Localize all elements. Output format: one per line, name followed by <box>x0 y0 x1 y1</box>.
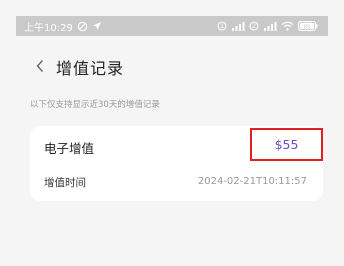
status-left: 上午10:29 <box>24 19 102 34</box>
status-time: 上午10:29 <box>24 22 73 34</box>
battery-icon: 85 <box>298 21 318 31</box>
svg-text:2: 2 <box>252 23 256 30</box>
nav-bar: 增值记录 <box>0 50 344 84</box>
signal2-icon <box>263 21 277 31</box>
record-time-value: 2024-02-21T10:11:57 <box>197 176 307 187</box>
svg-text:1: 1 <box>220 23 224 30</box>
sim2-icon: 2 <box>249 21 259 31</box>
sim1-icon: 1 <box>217 21 227 31</box>
battery-level: 85 <box>304 24 311 30</box>
signal1-icon <box>231 21 245 31</box>
back-button[interactable] <box>20 50 60 84</box>
location-arrow-icon <box>92 21 102 31</box>
page-title: 增值记录 <box>56 59 125 78</box>
record-title: 电子增值 <box>44 141 95 156</box>
chevron-left-icon <box>35 58 45 77</box>
status-right: 1 2 85 <box>217 21 318 31</box>
record-amount: $55 <box>274 137 299 152</box>
wifi-icon <box>281 21 294 31</box>
no-disturb-icon <box>77 21 88 32</box>
screen: 上午10:29 1 2 85 增值记录 以下仅支持显示近30天的增值记录 电子增… <box>0 0 344 266</box>
notice-text: 以下仅支持显示近30天的增值记录 <box>30 100 160 110</box>
record-time-label: 增值时间 <box>44 177 86 189</box>
status-bar: 上午10:29 1 2 85 <box>16 16 328 36</box>
amount-highlight-box: $55 <box>250 128 323 161</box>
record-card[interactable]: 电子增值 $55 增值时间 2024-02-21T10:11:57 <box>30 126 323 201</box>
